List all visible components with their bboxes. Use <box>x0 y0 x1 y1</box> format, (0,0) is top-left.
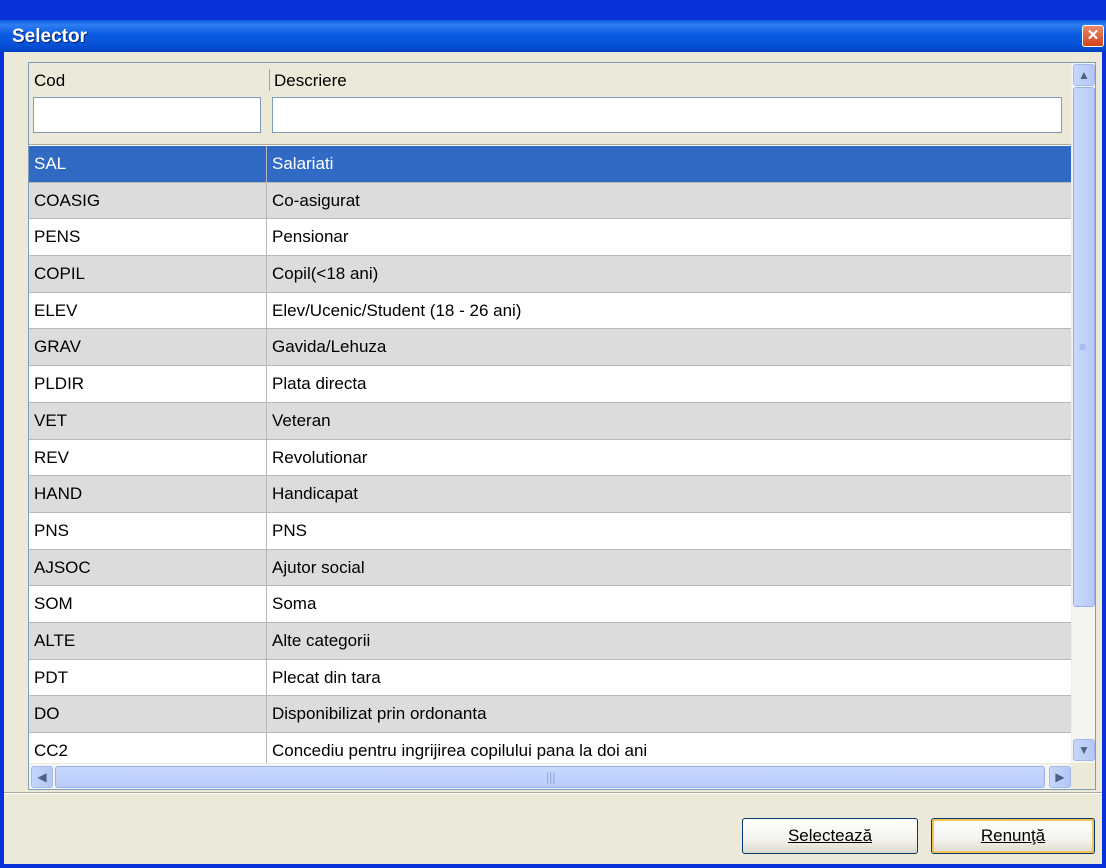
cell-descriere: Plata directa <box>272 374 367 394</box>
column-header-cod[interactable]: Cod <box>29 63 269 97</box>
cell-cod: AJSOC <box>29 549 267 586</box>
arrow-up-icon[interactable]: ▲ <box>1073 64 1095 86</box>
table-row[interactable]: DO Disponibilizat prin ordonanta <box>29 696 1073 733</box>
vertical-scrollbar[interactable]: ▲ ≡ ▼ <box>1071 63 1095 763</box>
cell-cod: COASIG <box>29 182 267 219</box>
column-header-descriere[interactable]: Descriere <box>269 63 1073 97</box>
cell-cod: SAL <box>29 146 267 182</box>
cell-descriere: Ajutor social <box>272 557 365 577</box>
table-row[interactable]: SAL Salariati <box>29 146 1073 183</box>
cell-descriere: PNS <box>272 520 307 540</box>
cell-descriere: Soma <box>272 594 317 614</box>
cell-cod: PNS <box>29 512 267 549</box>
cell-cod: VET <box>29 402 267 439</box>
cancel-button[interactable]: Renunţă <box>931 818 1095 854</box>
cell-descriere: Elev/Ucenic/Student (18 - 26 ani) <box>272 300 522 320</box>
cell-descriere: Salariati <box>272 154 334 173</box>
grip-icon: ≡ <box>1079 340 1087 354</box>
cell-cod: PDT <box>29 659 267 696</box>
table-row[interactable]: REV Revolutionar <box>29 439 1073 477</box>
cell-descriere: Alte categorii <box>272 630 371 650</box>
table-row[interactable]: PENS Pensionar <box>29 219 1073 257</box>
table-row[interactable]: HAND Handicapat <box>29 476 1073 513</box>
table-row[interactable]: COASIG Co-asigurat <box>29 182 1073 220</box>
select-button[interactable]: Selectează <box>742 818 918 854</box>
arrow-left-icon[interactable]: ◀ <box>31 766 53 788</box>
table-row[interactable]: COPIL Copil(<18 ani) <box>29 256 1073 293</box>
table-row[interactable]: ELEV Elev/Ucenic/Student (18 - 26 ani) <box>29 292 1073 330</box>
cell-descriere: Disponibilizat prin ordonanta <box>272 704 487 724</box>
cell-cod: SOM <box>29 586 267 622</box>
cell-descriere: Revolutionar <box>272 447 368 467</box>
table-row[interactable]: ALTE Alte categorii <box>29 622 1073 660</box>
cell-cod: GRAV <box>29 329 267 366</box>
cell-cod: ALTE <box>29 622 267 659</box>
table-row[interactable]: AJSOC Ajutor social <box>29 549 1073 587</box>
arrow-down-icon[interactable]: ▼ <box>1073 739 1095 761</box>
grip-icon: ||| <box>546 770 556 784</box>
vertical-scroll-thumb[interactable]: ≡ <box>1073 87 1095 607</box>
cell-cod: DO <box>29 696 267 732</box>
title-bar[interactable]: Selector ✕ <box>0 20 1106 52</box>
cell-cod: PENS <box>29 219 267 256</box>
cell-descriere: Gavida/Lehuza <box>272 337 387 357</box>
table-row[interactable]: SOM Soma <box>29 586 1073 623</box>
table-row[interactable]: PLDIR Plata directa <box>29 366 1073 403</box>
window-title: Selector <box>12 26 87 47</box>
cell-descriere: Plecat din tara <box>272 667 381 687</box>
filter-descriere-input[interactable] <box>272 97 1062 133</box>
cell-cod: ELEV <box>29 292 267 329</box>
cell-cod: REV <box>29 439 267 476</box>
scrollbar-corner <box>1071 763 1095 789</box>
cell-descriere: Handicapat <box>272 484 359 504</box>
grid-rows: SAL Salariati COASIG Co-asigurat PENS Pension… <box>29 146 1073 770</box>
arrow-right-icon[interactable]: ▶ <box>1049 766 1071 788</box>
cell-cod: HAND <box>29 476 267 512</box>
grid-header: Cod Descriere <box>29 63 1073 145</box>
table-row[interactable]: PNS PNS <box>29 512 1073 550</box>
horizontal-scroll-thumb[interactable]: ||| <box>55 766 1045 788</box>
selector-grid: Cod Descriere SAL Salariati COASIG Co-asigu… <box>28 62 1096 790</box>
table-row[interactable]: PDT Plecat din tara <box>29 659 1073 697</box>
table-row[interactable]: VET Veteran <box>29 402 1073 440</box>
cell-cod: COPIL <box>29 256 267 292</box>
cell-cod: PLDIR <box>29 366 267 402</box>
close-icon[interactable]: ✕ <box>1082 25 1104 47</box>
cell-descriere: Veteran <box>272 410 331 430</box>
table-row[interactable]: GRAV Gavida/Lehuza <box>29 329 1073 367</box>
dialog-body: Cod Descriere SAL Salariati COASIG Co-asigu… <box>4 52 1102 864</box>
cell-descriere: Pensionar <box>272 227 349 247</box>
selector-window: Selector ✕ Cod Descriere SAL Salariati COA… <box>0 0 1106 868</box>
horizontal-scrollbar[interactable]: ◀ ||| ▶ <box>29 763 1073 789</box>
cell-descriere: Co-asigurat <box>272 190 360 210</box>
filter-cod-input[interactable] <box>33 97 261 133</box>
footer-divider <box>4 792 1102 794</box>
cell-descriere: Copil(<18 ani) <box>272 264 379 284</box>
